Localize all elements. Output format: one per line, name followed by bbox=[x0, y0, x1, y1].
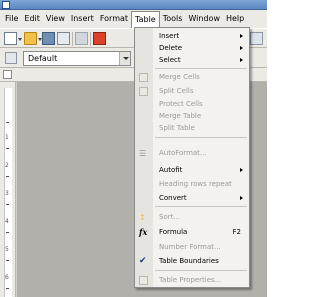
menu-help[interactable]: Help bbox=[223, 11, 247, 27]
menu-item-autoformat[interactable]: ☰ AutoFormat... bbox=[135, 148, 249, 159]
menu-window[interactable]: Window bbox=[185, 11, 223, 27]
menu-item-label: Merge Table bbox=[159, 112, 202, 120]
menu-item-table-boundaries[interactable]: ✔ Table Boundaries bbox=[135, 256, 249, 267]
mail-icon[interactable] bbox=[57, 32, 70, 45]
paragraph-style-select[interactable]: Default bbox=[23, 51, 131, 66]
menu-format[interactable]: Format bbox=[97, 11, 131, 27]
menu-item-select[interactable]: Select bbox=[135, 55, 249, 66]
menu-item-label: Select bbox=[159, 56, 181, 64]
new-dropdown-icon[interactable] bbox=[18, 38, 22, 41]
menu-item-label: AutoFormat... bbox=[159, 149, 207, 157]
menu-separator bbox=[155, 270, 247, 271]
submenu-arrow-icon bbox=[240, 46, 243, 50]
writer-window: File Edit View Insert Format Table Tools… bbox=[0, 0, 267, 297]
menu-item-label: Autofit bbox=[159, 166, 183, 174]
menu-separator bbox=[155, 206, 247, 207]
ruler-tick bbox=[6, 288, 9, 289]
submenu-arrow-icon bbox=[240, 58, 243, 62]
menu-item-label: Protect Cells bbox=[159, 100, 203, 108]
menu-item-label: Insert bbox=[159, 32, 180, 40]
open-folder-icon[interactable] bbox=[24, 32, 37, 45]
menu-item-label: Delete bbox=[159, 44, 182, 52]
menu-insert[interactable]: Insert bbox=[68, 11, 97, 27]
formula-icon: fx bbox=[139, 227, 148, 237]
menu-item-label: Table Boundaries bbox=[159, 257, 219, 265]
menu-table[interactable]: Table bbox=[131, 11, 160, 28]
menu-item-number-format[interactable]: Number Format... bbox=[135, 242, 249, 253]
menu-item-table-properties[interactable]: Table Properties... bbox=[135, 275, 249, 286]
menu-item-label: Number Format... bbox=[159, 243, 221, 251]
menu-item-formula[interactable]: fx Formula F2 bbox=[135, 227, 249, 238]
menu-item-shortcut: F2 bbox=[232, 228, 241, 236]
menu-item-split-cells[interactable]: Split Cells bbox=[135, 86, 249, 97]
styles-icon[interactable] bbox=[5, 52, 17, 64]
menu-separator bbox=[155, 68, 247, 69]
app-icon[interactable] bbox=[2, 1, 10, 9]
ruler-number: 1 bbox=[5, 134, 9, 141]
ruler-tick bbox=[6, 260, 9, 261]
menu-file[interactable]: File bbox=[2, 11, 21, 27]
paragraph-style-value: Default bbox=[28, 54, 58, 63]
ruler-tick bbox=[6, 176, 9, 177]
menu-item-merge-table[interactable]: Merge Table bbox=[135, 111, 249, 122]
ruler-number: 3 bbox=[5, 190, 9, 197]
ruler-number: 2 bbox=[5, 162, 9, 169]
ruler-tick bbox=[6, 148, 9, 149]
menu-item-merge-cells[interactable]: Merge Cells bbox=[135, 72, 249, 83]
submenu-arrow-icon bbox=[240, 196, 243, 200]
menu-tools[interactable]: Tools bbox=[160, 11, 186, 27]
save-icon[interactable] bbox=[42, 32, 55, 45]
paste-icon[interactable] bbox=[250, 32, 263, 45]
menu-item-heading-rows-repeat[interactable]: Heading rows repeat bbox=[135, 179, 249, 190]
menu-item-label: Convert bbox=[159, 194, 187, 202]
menu-item-sort[interactable]: ↕ Sort... bbox=[135, 212, 249, 223]
merge-cells-icon bbox=[139, 73, 148, 82]
ruler-tick bbox=[6, 122, 9, 123]
tab-stop-icon[interactable] bbox=[3, 70, 12, 79]
sort-icon: ↕ bbox=[139, 213, 146, 222]
menu-item-delete[interactable]: Delete bbox=[135, 43, 249, 54]
toolbar-separator bbox=[90, 32, 91, 46]
submenu-arrow-icon bbox=[240, 168, 243, 172]
menu-item-label: Table Properties... bbox=[159, 276, 222, 284]
menu-item-label: Split Table bbox=[159, 124, 195, 132]
split-cells-icon bbox=[139, 87, 148, 96]
menu-separator bbox=[155, 137, 247, 138]
ruler-tick bbox=[6, 204, 9, 205]
menu-item-label: Sort... bbox=[159, 213, 181, 221]
menu-bar: File Edit View Insert Format Table Tools… bbox=[0, 10, 267, 28]
menu-item-autofit[interactable]: Autofit bbox=[135, 165, 249, 176]
ruler-tick bbox=[6, 232, 9, 233]
menu-view[interactable]: View bbox=[43, 11, 68, 27]
autoformat-icon: ☰ bbox=[139, 149, 147, 158]
ruler-number: 5 bbox=[5, 246, 9, 253]
checkmark-icon: ✔ bbox=[139, 256, 147, 266]
new-document-icon[interactable] bbox=[4, 32, 17, 45]
menu-item-label: Split Cells bbox=[159, 87, 194, 95]
menu-item-label: Heading rows repeat bbox=[159, 180, 232, 188]
submenu-arrow-icon bbox=[240, 34, 243, 38]
vertical-ruler: 1 2 3 4 5 6 bbox=[0, 82, 16, 297]
table-menu-dropdown: Insert Delete Select Merge Cells Split C… bbox=[134, 27, 250, 288]
menu-item-protect-cells[interactable]: Protect Cells bbox=[135, 99, 249, 110]
menu-item-label: Formula bbox=[159, 228, 188, 236]
menu-item-split-table[interactable]: Split Table bbox=[135, 123, 249, 134]
export-pdf-icon[interactable] bbox=[93, 32, 106, 45]
menu-edit[interactable]: Edit bbox=[21, 11, 43, 27]
title-bar bbox=[0, 0, 267, 10]
ruler-number: 6 bbox=[5, 274, 9, 281]
edit-file-icon[interactable] bbox=[75, 32, 88, 45]
menu-item-convert[interactable]: Convert bbox=[135, 193, 249, 204]
menu-item-label: Merge Cells bbox=[159, 73, 200, 81]
ruler-number: 4 bbox=[5, 218, 9, 225]
toolbar-separator bbox=[72, 32, 73, 46]
table-properties-icon bbox=[139, 276, 148, 285]
menu-item-insert[interactable]: Insert bbox=[135, 31, 249, 42]
chevron-down-icon[interactable] bbox=[119, 52, 130, 65]
